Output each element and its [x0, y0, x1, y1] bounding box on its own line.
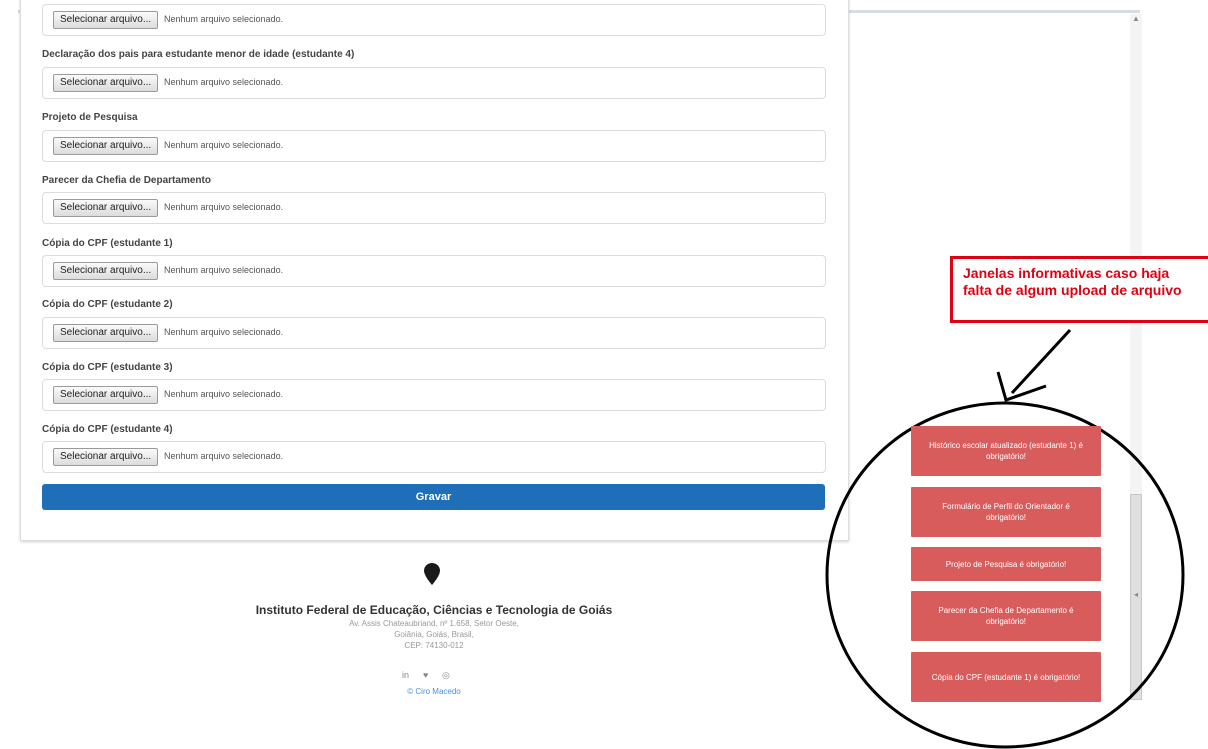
file-status-text: Nenhum arquivo selecionado. [164, 14, 284, 24]
file-input-cpf-estudante-4: Selecionar arquivo... Nenhum arquivo sel… [42, 441, 826, 473]
annotation-note-box: Janelas informativas caso haja falta de … [950, 256, 1208, 323]
alert-text: Histórico escolar atualizado (estudante … [929, 441, 1083, 461]
file-status-text: Nenhum arquivo selecionado. [164, 389, 284, 399]
alert-toast[interactable]: Histórico escolar atualizado (estudante … [911, 426, 1101, 476]
field-label-parecer-chefia: Parecer da Chefia de Departamento [42, 175, 211, 186]
address-line-2: Goiânia, Goiás, Brasil, [394, 630, 474, 639]
field-label-cpf-estudante-3: Cópia do CPF (estudante 3) [42, 362, 173, 373]
select-file-button[interactable]: Selecionar arquivo... [53, 324, 159, 342]
annotation-line-1: Janelas informativas caso haja [963, 265, 1170, 281]
annotation-line-2: falta de algum upload de arquivo [963, 282, 1182, 298]
select-file-button[interactable]: Selecionar arquivo... [53, 199, 159, 217]
alert-text: Formulário de Perfil do Orientador é obr… [942, 502, 1070, 522]
instagram-icon[interactable]: ◎ [442, 670, 450, 681]
alert-text: Cópia do CPF (estudante 1) é obrigatório… [931, 672, 1081, 682]
file-input-cpf-estudante-3: Selecionar arquivo... Nenhum arquivo sel… [42, 379, 826, 411]
scroll-down-arrow-icon[interactable]: ◂ [1131, 590, 1141, 600]
select-file-button[interactable]: Selecionar arquivo... [53, 262, 159, 280]
field-label-declaracao-pais: Declaração dos pais para estudante menor… [42, 49, 355, 60]
alert-toast[interactable]: Parecer da Chefia de Departamento é obri… [911, 591, 1101, 641]
select-file-button[interactable]: Selecionar arquivo... [53, 448, 159, 466]
alert-toast[interactable]: Projeto de Pesquisa é obrigatório! [911, 547, 1101, 581]
field-label-cpf-estudante-4: Cópia do CPF (estudante 4) [42, 424, 173, 435]
linkedin-icon[interactable]: in [402, 670, 409, 680]
author-credit-link[interactable]: © Ciro Macedo [254, 687, 614, 696]
alert-toast[interactable]: Cópia do CPF (estudante 1) é obrigatório… [911, 652, 1101, 702]
select-file-button[interactable]: Selecionar arquivo... [53, 137, 159, 155]
field-label-cpf-estudante-1: Cópia do CPF (estudante 1) [42, 238, 173, 249]
field-label-cpf-estudante-2: Cópia do CPF (estudante 2) [42, 299, 173, 310]
scroll-up-arrow-icon[interactable]: ▲ [1131, 14, 1141, 24]
file-input-parecer-chefia: Selecionar arquivo... Nenhum arquivo sel… [42, 192, 826, 224]
postal-code: CEP: 74130-012 [404, 641, 464, 650]
file-status-text: Nenhum arquivo selecionado. [164, 327, 284, 337]
select-file-button[interactable]: Selecionar arquivo... [53, 11, 159, 29]
annotation-arrow-head [996, 371, 1047, 402]
alert-text: Projeto de Pesquisa é obrigatório! [945, 559, 1067, 569]
file-status-text: Nenhum arquivo selecionado. [164, 265, 284, 275]
file-input-cpf-estudante-1: Selecionar arquivo... Nenhum arquivo sel… [42, 255, 826, 287]
file-status-text: Nenhum arquivo selecionado. [164, 77, 284, 87]
twitter-icon[interactable]: ♥ [423, 670, 428, 680]
save-button[interactable]: Gravar [42, 484, 825, 510]
file-input-partial: Selecionar arquivo... Nenhum arquivo sel… [42, 4, 826, 36]
alert-text: Parecer da Chefia de Departamento é obri… [938, 606, 1074, 626]
map-pin-icon [424, 563, 440, 585]
file-status-text: Nenhum arquivo selecionado. [164, 140, 284, 150]
select-file-button[interactable]: Selecionar arquivo... [53, 74, 159, 92]
file-input-declaracao-pais: Selecionar arquivo... Nenhum arquivo sel… [42, 67, 826, 99]
alert-toast[interactable]: Formulário de Perfil do Orientador é obr… [911, 487, 1101, 537]
file-input-cpf-estudante-2: Selecionar arquivo... Nenhum arquivo sel… [42, 317, 826, 349]
annotation-arrow-shaft [1010, 328, 1072, 395]
file-status-text: Nenhum arquivo selecionado. [164, 202, 284, 212]
file-input-projeto-pesquisa: Selecionar arquivo... Nenhum arquivo sel… [42, 130, 826, 162]
file-status-text: Nenhum arquivo selecionado. [164, 451, 284, 461]
address-line-1: Av. Assis Chateaubriand, nº 1.658, Setor… [349, 619, 519, 628]
field-label-projeto-pesquisa: Projeto de Pesquisa [42, 112, 138, 123]
select-file-button[interactable]: Selecionar arquivo... [53, 386, 159, 404]
institution-name: Instituto Federal de Educação, Ciências … [255, 603, 613, 617]
